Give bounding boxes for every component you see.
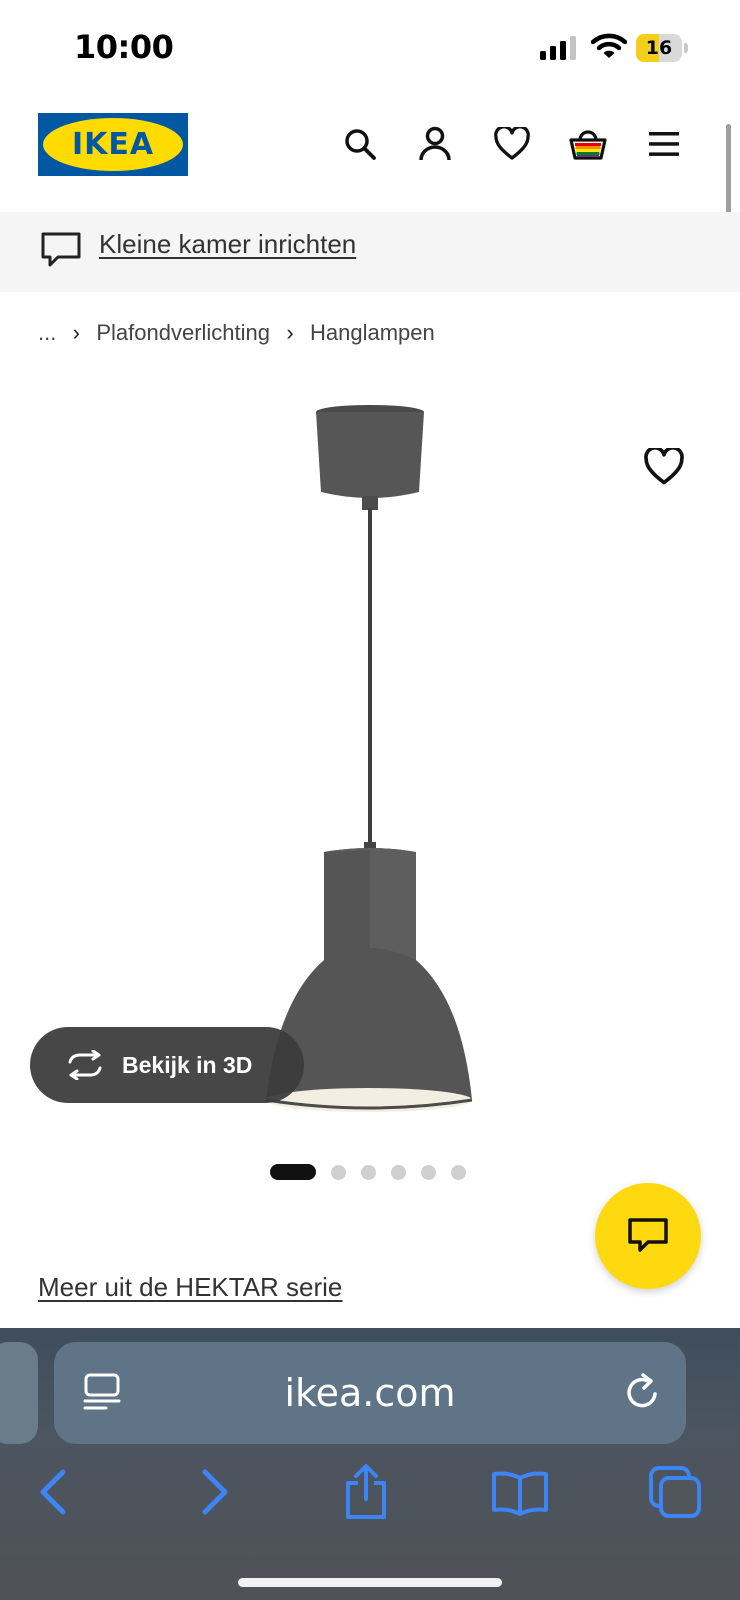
battery-body: 16 [636, 34, 682, 62]
view-in-3d-label: Bekijk in 3D [122, 1051, 253, 1078]
carousel-dot-active[interactable] [270, 1164, 316, 1180]
breadcrumb-pendant-lamps[interactable]: Hanglampen [310, 320, 435, 346]
browser-toolbar: ikea.com [0, 1328, 740, 1600]
share-button[interactable] [336, 1462, 396, 1522]
battery-icon: 16 [636, 34, 688, 62]
wishlist-icon [494, 127, 530, 160]
address-bar[interactable]: ikea.com [54, 1342, 686, 1444]
wifi-icon [591, 33, 627, 58]
menu-icon [649, 132, 679, 156]
back-icon [40, 1469, 66, 1515]
chat-icon [628, 1218, 668, 1252]
view-in-3d-button[interactable]: Bekijk in 3D [30, 1027, 304, 1103]
carousel-dots [270, 1163, 481, 1181]
breadcrumb-ellipsis[interactable]: ... [38, 320, 56, 346]
wishlist-button[interactable] [492, 124, 532, 164]
carousel-dot[interactable] [331, 1164, 346, 1180]
heart-icon [644, 446, 684, 485]
address-text: ikea.com [284, 1371, 456, 1415]
forward-button[interactable] [184, 1462, 244, 1522]
account-icon [419, 126, 451, 161]
add-to-wishlist-button[interactable] [644, 446, 684, 488]
breadcrumb-ceiling-lighting[interactable]: Plafondverlichting [96, 320, 270, 346]
site-header: IKEA [0, 96, 740, 212]
speech-bubble-icon [41, 232, 81, 267]
cart-button[interactable] [568, 124, 608, 164]
tabs-icon [649, 1466, 701, 1518]
breadcrumb: ... › Plafondverlichting › Hanglampen [38, 316, 435, 350]
page: 10:00 16 IKEA Kleine kamer inrichten ...… [0, 0, 740, 1600]
chevron-right-icon: › [72, 320, 80, 345]
forward-icon [202, 1469, 228, 1515]
chevron-right-icon: › [286, 320, 294, 345]
search-icon [345, 129, 376, 160]
share-icon [346, 1464, 386, 1519]
ikea-logo[interactable]: IKEA [38, 113, 188, 176]
cart-icon [569, 130, 607, 160]
signal-icon [540, 36, 576, 60]
battery-level: 16 [645, 37, 673, 59]
carousel-dot[interactable] [391, 1164, 406, 1180]
search-button[interactable] [340, 124, 380, 164]
home-indicator [238, 1578, 502, 1587]
tabs-button[interactable] [645, 1462, 705, 1522]
previous-tab-preview[interactable] [0, 1342, 38, 1444]
chat-button[interactable] [595, 1183, 701, 1289]
pendant-lamp-image[interactable] [200, 400, 540, 1130]
back-button[interactable] [24, 1462, 84, 1522]
carousel-dot[interactable] [361, 1164, 376, 1180]
status-bar: 10:00 16 [0, 0, 740, 96]
battery-cap [684, 43, 688, 53]
menu-button[interactable] [644, 124, 684, 164]
bookmarks-button[interactable] [490, 1462, 550, 1522]
bookmarks-icon [492, 1471, 548, 1516]
account-button[interactable] [415, 124, 455, 164]
reload-icon[interactable] [622, 1372, 664, 1414]
inspiration-banner: Kleine kamer inrichten [0, 212, 740, 292]
status-time: 10:00 [74, 28, 174, 66]
carousel-dot[interactable] [451, 1164, 466, 1180]
carousel-dot[interactable] [421, 1164, 436, 1180]
rotate-3d-icon [62, 1042, 108, 1088]
small-room-link[interactable]: Kleine kamer inrichten [99, 229, 356, 260]
hektar-series-link[interactable]: Meer uit de HEKTAR serie [38, 1272, 342, 1303]
logo-text: IKEA [71, 127, 155, 162]
